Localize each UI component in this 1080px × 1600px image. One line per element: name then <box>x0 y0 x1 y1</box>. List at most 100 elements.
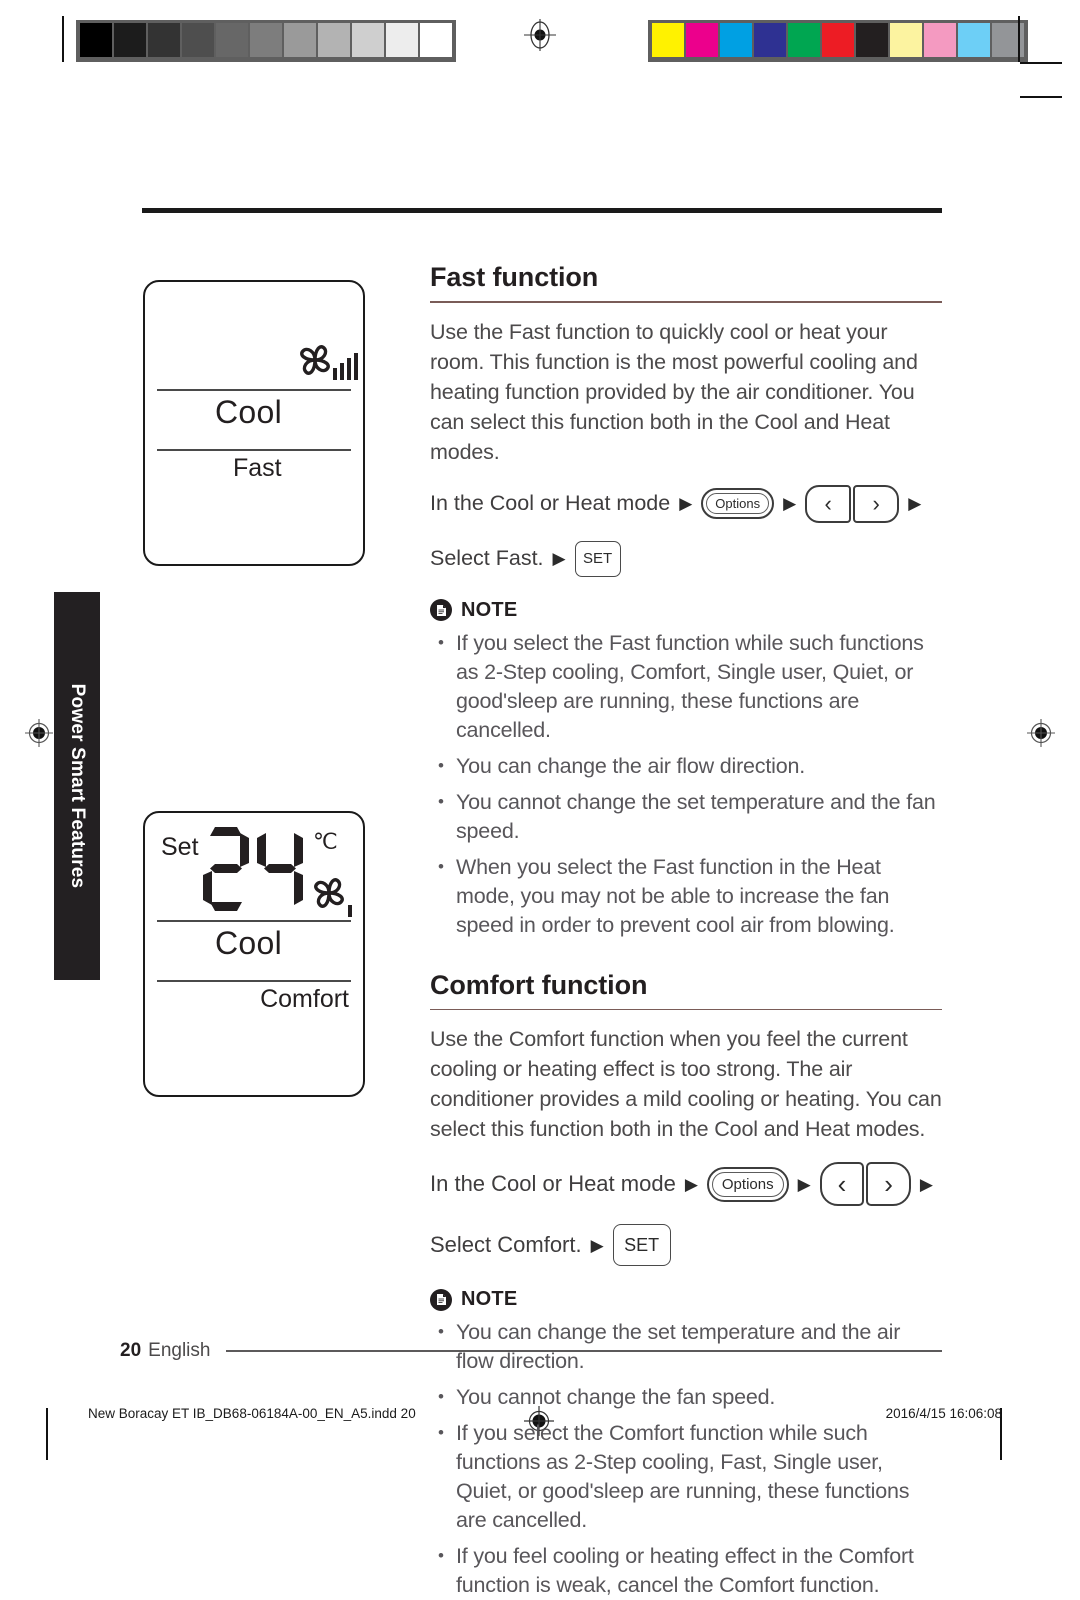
fast-step2-text: Select Fast. <box>430 546 544 571</box>
triangle-icon: ▶ <box>679 494 693 514</box>
fast-step-row-1: In the Cool or Heat mode ▶ Options ▶ ‹ ›… <box>430 484 942 523</box>
gray-swatch-9 <box>386 23 418 57</box>
fan-speed-bars <box>348 901 352 917</box>
list-item: If you feel cooling or heating effect in… <box>430 1541 942 1600</box>
comfort-note-header: NOTE <box>430 1288 942 1311</box>
crop-mark-right-h2 <box>1020 96 1062 98</box>
triangle-icon: ▶ <box>552 549 566 569</box>
options-button[interactable]: Options <box>706 1166 789 1202</box>
section-fast-function: Fast function Use the Fast function to q… <box>430 262 942 940</box>
color-swatch-5 <box>822 23 854 57</box>
imprint-filename: New Boracay ET IB_DB68-06184A-00_EN_A5.i… <box>88 1406 416 1421</box>
comfort-step1-text: In the Cool or Heat mode <box>430 1171 676 1197</box>
registration-target-right-icon <box>1024 716 1058 750</box>
list-item: You cannot change the fan speed. <box>430 1382 942 1412</box>
gray-swatch-10 <box>420 23 452 57</box>
color-swatch-3 <box>754 23 786 57</box>
gray-swatch-1 <box>114 23 146 57</box>
comfort-display-set-word: Set <box>161 833 199 861</box>
footer-rule <box>226 1350 942 1352</box>
sidebar-chapter-tab: Power Smart Features <box>54 592 100 980</box>
comfort-display-mode-label: Cool <box>215 925 283 961</box>
page-title-comfort: Comfort function <box>430 969 648 1000</box>
color-swatch-6 <box>856 23 888 57</box>
fast-display-panel: Cool Fast <box>143 280 365 566</box>
set-button[interactable]: SET <box>574 540 621 577</box>
comfort-body-text: Use the Comfort function when you feel t… <box>430 1027 942 1142</box>
display-divider-1 <box>157 389 351 391</box>
fast-note-list: If you select the Fast function while su… <box>430 628 942 940</box>
fan-blade-icon <box>307 871 353 922</box>
gray-swatch-7 <box>318 23 350 57</box>
comfort-display-temperature <box>203 827 303 911</box>
triangle-icon: ▶ <box>908 494 922 514</box>
seven-segment-digit-4 <box>257 827 303 911</box>
triangle-icon: ▶ <box>590 1235 604 1255</box>
gray-swatch-0 <box>80 23 112 57</box>
fast-display-mode-label: Cool <box>215 394 283 430</box>
crop-mark-bottom-left <box>46 1408 48 1460</box>
page-title-fast: Fast function <box>430 262 599 292</box>
crop-mark-right <box>1018 16 1020 62</box>
comfort-step-row-2: Select Comfort. ▶ SET <box>430 1224 942 1267</box>
fast-note-header: NOTE <box>430 599 942 622</box>
fast-body-text: Use the Fast function to quickly cool or… <box>430 319 918 464</box>
page-footer: 20 English <box>120 1340 942 1362</box>
gray-swatch-4 <box>216 23 248 57</box>
gray-swatch-8 <box>352 23 384 57</box>
gray-swatch-3 <box>182 23 214 57</box>
chevron-right-button[interactable]: › <box>853 484 900 523</box>
title-underline <box>430 1008 942 1011</box>
comfort-display-unit: ℃ <box>313 829 338 854</box>
footer-page-number: 20 <box>120 1340 142 1361</box>
gray-swatch-5 <box>250 23 282 57</box>
fast-step1-text: In the Cool or Heat mode <box>430 491 671 516</box>
color-swatch-1 <box>686 23 718 57</box>
gray-swatch-2 <box>148 23 180 57</box>
fast-step-row-2: Select Fast. ▶ SET <box>430 540 942 577</box>
color-swatch-8 <box>924 23 956 57</box>
title-underline <box>430 301 942 303</box>
fast-display-function-label: Fast <box>233 454 282 482</box>
comfort-display-panel: Set 24 ℃ Cool Comfort <box>143 811 365 1097</box>
list-item: When you select the Fast function in the… <box>430 852 942 940</box>
color-swatch-7 <box>890 23 922 57</box>
imprint-timestamp: 2016/4/15 16:06:08 <box>885 1406 1002 1421</box>
display-divider-2 <box>157 980 351 982</box>
set-button[interactable]: SET <box>612 1224 671 1267</box>
chevron-left-button[interactable]: ‹ <box>819 1162 865 1207</box>
document-note-icon <box>430 1288 452 1311</box>
comfort-note-label: NOTE <box>461 1288 518 1311</box>
triangle-icon: ▶ <box>783 494 797 514</box>
color-swatch-9 <box>958 23 990 57</box>
comfort-step2-text: Select Comfort. <box>430 1232 582 1258</box>
chevron-left-button[interactable]: ‹ <box>805 484 852 523</box>
options-button-label: Options <box>706 493 770 515</box>
crop-mark-left <box>62 16 64 62</box>
footer-language: English <box>148 1340 211 1361</box>
display-divider-2 <box>157 449 351 451</box>
display-divider-1 <box>157 920 351 922</box>
fan-speed-bars <box>333 353 358 380</box>
grayscale-swatch-strip <box>76 20 456 62</box>
gray-swatch-6 <box>284 23 316 57</box>
list-item: You cannot change the set temperature an… <box>430 787 942 846</box>
triangle-icon: ▶ <box>684 1174 698 1194</box>
triangle-icon: ▶ <box>797 1174 811 1194</box>
sidebar-chapter-label: Power Smart Features <box>67 683 88 889</box>
triangle-icon: ▶ <box>919 1174 933 1194</box>
section-comfort-function: Comfort function Use the Comfort functio… <box>430 970 942 1600</box>
color-swatch-2 <box>720 23 752 57</box>
comfort-step-row-1: In the Cool or Heat mode ▶ Options ▶ ‹ ›… <box>430 1162 942 1207</box>
crop-mark-right-h1 <box>1020 62 1062 64</box>
options-button-label: Options <box>711 1171 784 1197</box>
registration-target-left-icon <box>22 716 56 750</box>
options-button[interactable]: Options <box>701 488 775 520</box>
color-swatch-strip <box>648 20 1028 62</box>
list-item: If you select the Fast function while su… <box>430 628 942 745</box>
color-swatch-0 <box>652 23 684 57</box>
chevron-right-button[interactable]: › <box>866 1162 911 1207</box>
seven-segment-digit-2 <box>203 827 249 911</box>
document-note-icon <box>430 599 452 622</box>
main-content: Fast function Use the Fast function to q… <box>430 262 942 1600</box>
